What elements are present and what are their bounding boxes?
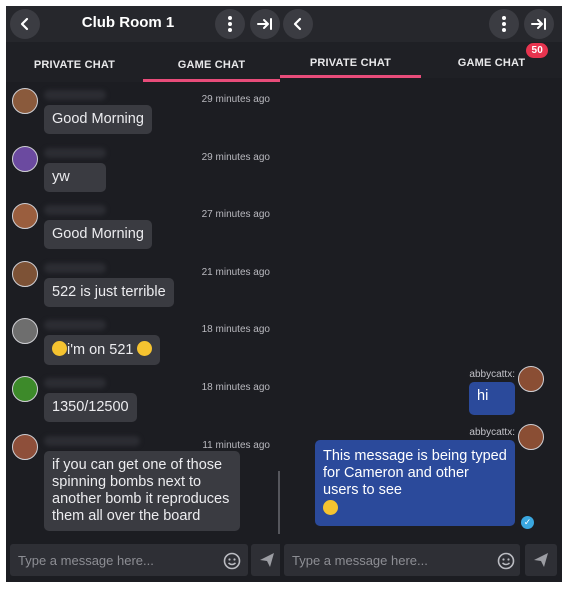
back-arrow-icon: [20, 17, 29, 31]
tab-label: GAME CHAT: [457, 57, 526, 69]
message-bubble: Good Morning: [44, 105, 152, 134]
send-button[interactable]: [251, 544, 280, 576]
username-redacted: [44, 378, 106, 388]
avatar: [12, 261, 38, 287]
more-options-button[interactable]: [489, 9, 519, 39]
message-time: 18 minutes ago: [201, 324, 270, 335]
emoji-icon[interactable]: [497, 552, 515, 570]
thinking-emoji-icon: [323, 500, 338, 515]
tab-game-chat[interactable]: GAME CHAT 50: [421, 42, 562, 78]
username-redacted: [44, 90, 106, 100]
exit-icon: [531, 18, 546, 30]
avatar: [518, 366, 544, 392]
message-time: 29 minutes ago: [201, 94, 270, 105]
message-bubble: yw: [44, 163, 106, 192]
message-username: abbycattx:: [469, 369, 515, 380]
exit-button[interactable]: [524, 9, 554, 39]
room-title: Club Room 1: [81, 14, 175, 31]
message-composer: [6, 538, 280, 582]
more-options-button[interactable]: [215, 9, 245, 39]
back-button[interactable]: [10, 9, 40, 39]
username-redacted: [44, 263, 106, 273]
send-icon: [260, 553, 274, 567]
emoji-icon[interactable]: [223, 552, 241, 570]
message-text: This message is being typed for Cameron …: [323, 448, 507, 498]
exit-button[interactable]: [250, 9, 280, 39]
avatar: [12, 376, 38, 402]
private-chat-panel: PRIVATE CHAT GAME CHAT 50 abbycattx: hi …: [280, 6, 562, 582]
avatar: [12, 318, 38, 344]
read-check-icon: ✓: [521, 516, 534, 529]
message-text: i'm on 521: [67, 342, 134, 358]
message-time: 21 minutes ago: [201, 267, 270, 278]
message-bubble: i'm on 521: [44, 335, 161, 365]
username-redacted: [44, 205, 106, 215]
message-username: abbycattx:: [469, 427, 515, 438]
message-input[interactable]: [10, 544, 248, 576]
avatar: [12, 434, 38, 460]
message-bubble: hi: [469, 382, 515, 415]
back-arrow-icon: [293, 17, 302, 31]
unread-count-badge: 50: [526, 43, 548, 58]
avatar: [518, 424, 544, 450]
message-time: 27 minutes ago: [201, 209, 270, 220]
back-button[interactable]: [283, 9, 313, 39]
chat-header: Club Room 1: [6, 6, 280, 42]
avatar: [12, 88, 38, 114]
message-bubble: Good Morning: [44, 220, 152, 249]
username-redacted: [44, 436, 140, 446]
message-list[interactable]: abbycattx: hi abbycattx: This message is…: [280, 78, 562, 582]
message-input[interactable]: [284, 544, 520, 576]
message-bubble: 522 is just terrible: [44, 278, 174, 307]
club-room-chat-panel: Club Room 1 PRIVATE CHAT GAME CHAT 29 mi…: [6, 6, 280, 582]
message-time: 18 minutes ago: [201, 382, 270, 393]
chat-tabs: PRIVATE CHAT GAME CHAT 50: [280, 42, 562, 78]
avatar: [12, 203, 38, 229]
message-list[interactable]: 29 minutes ago Good Morning 29 minutes a…: [6, 82, 280, 582]
fearful-emoji-icon: [52, 341, 67, 356]
username-redacted: [44, 148, 106, 158]
exit-icon: [257, 18, 272, 30]
grinning-emoji-icon: [137, 341, 153, 356]
avatar: [12, 146, 38, 172]
chat-tabs: PRIVATE CHAT GAME CHAT: [6, 42, 280, 82]
chat-header: [280, 6, 562, 42]
message-time: 11 minutes ago: [202, 440, 270, 451]
tab-private-chat[interactable]: PRIVATE CHAT: [6, 42, 143, 82]
send-button[interactable]: [525, 544, 557, 576]
username-redacted: [44, 320, 106, 330]
message-bubble: if you can get one of those spinning bom…: [44, 451, 240, 531]
message-time: 29 minutes ago: [201, 152, 270, 163]
tab-game-chat[interactable]: GAME CHAT: [143, 42, 280, 82]
message-composer: [280, 536, 562, 582]
message-bubble: This message is being typed for Cameron …: [315, 440, 515, 526]
more-vertical-icon: [502, 16, 506, 32]
message-bubble: 1350/12500: [44, 393, 137, 422]
more-vertical-icon: [228, 16, 232, 32]
tab-private-chat[interactable]: PRIVATE CHAT: [280, 42, 421, 78]
send-icon: [534, 553, 548, 567]
